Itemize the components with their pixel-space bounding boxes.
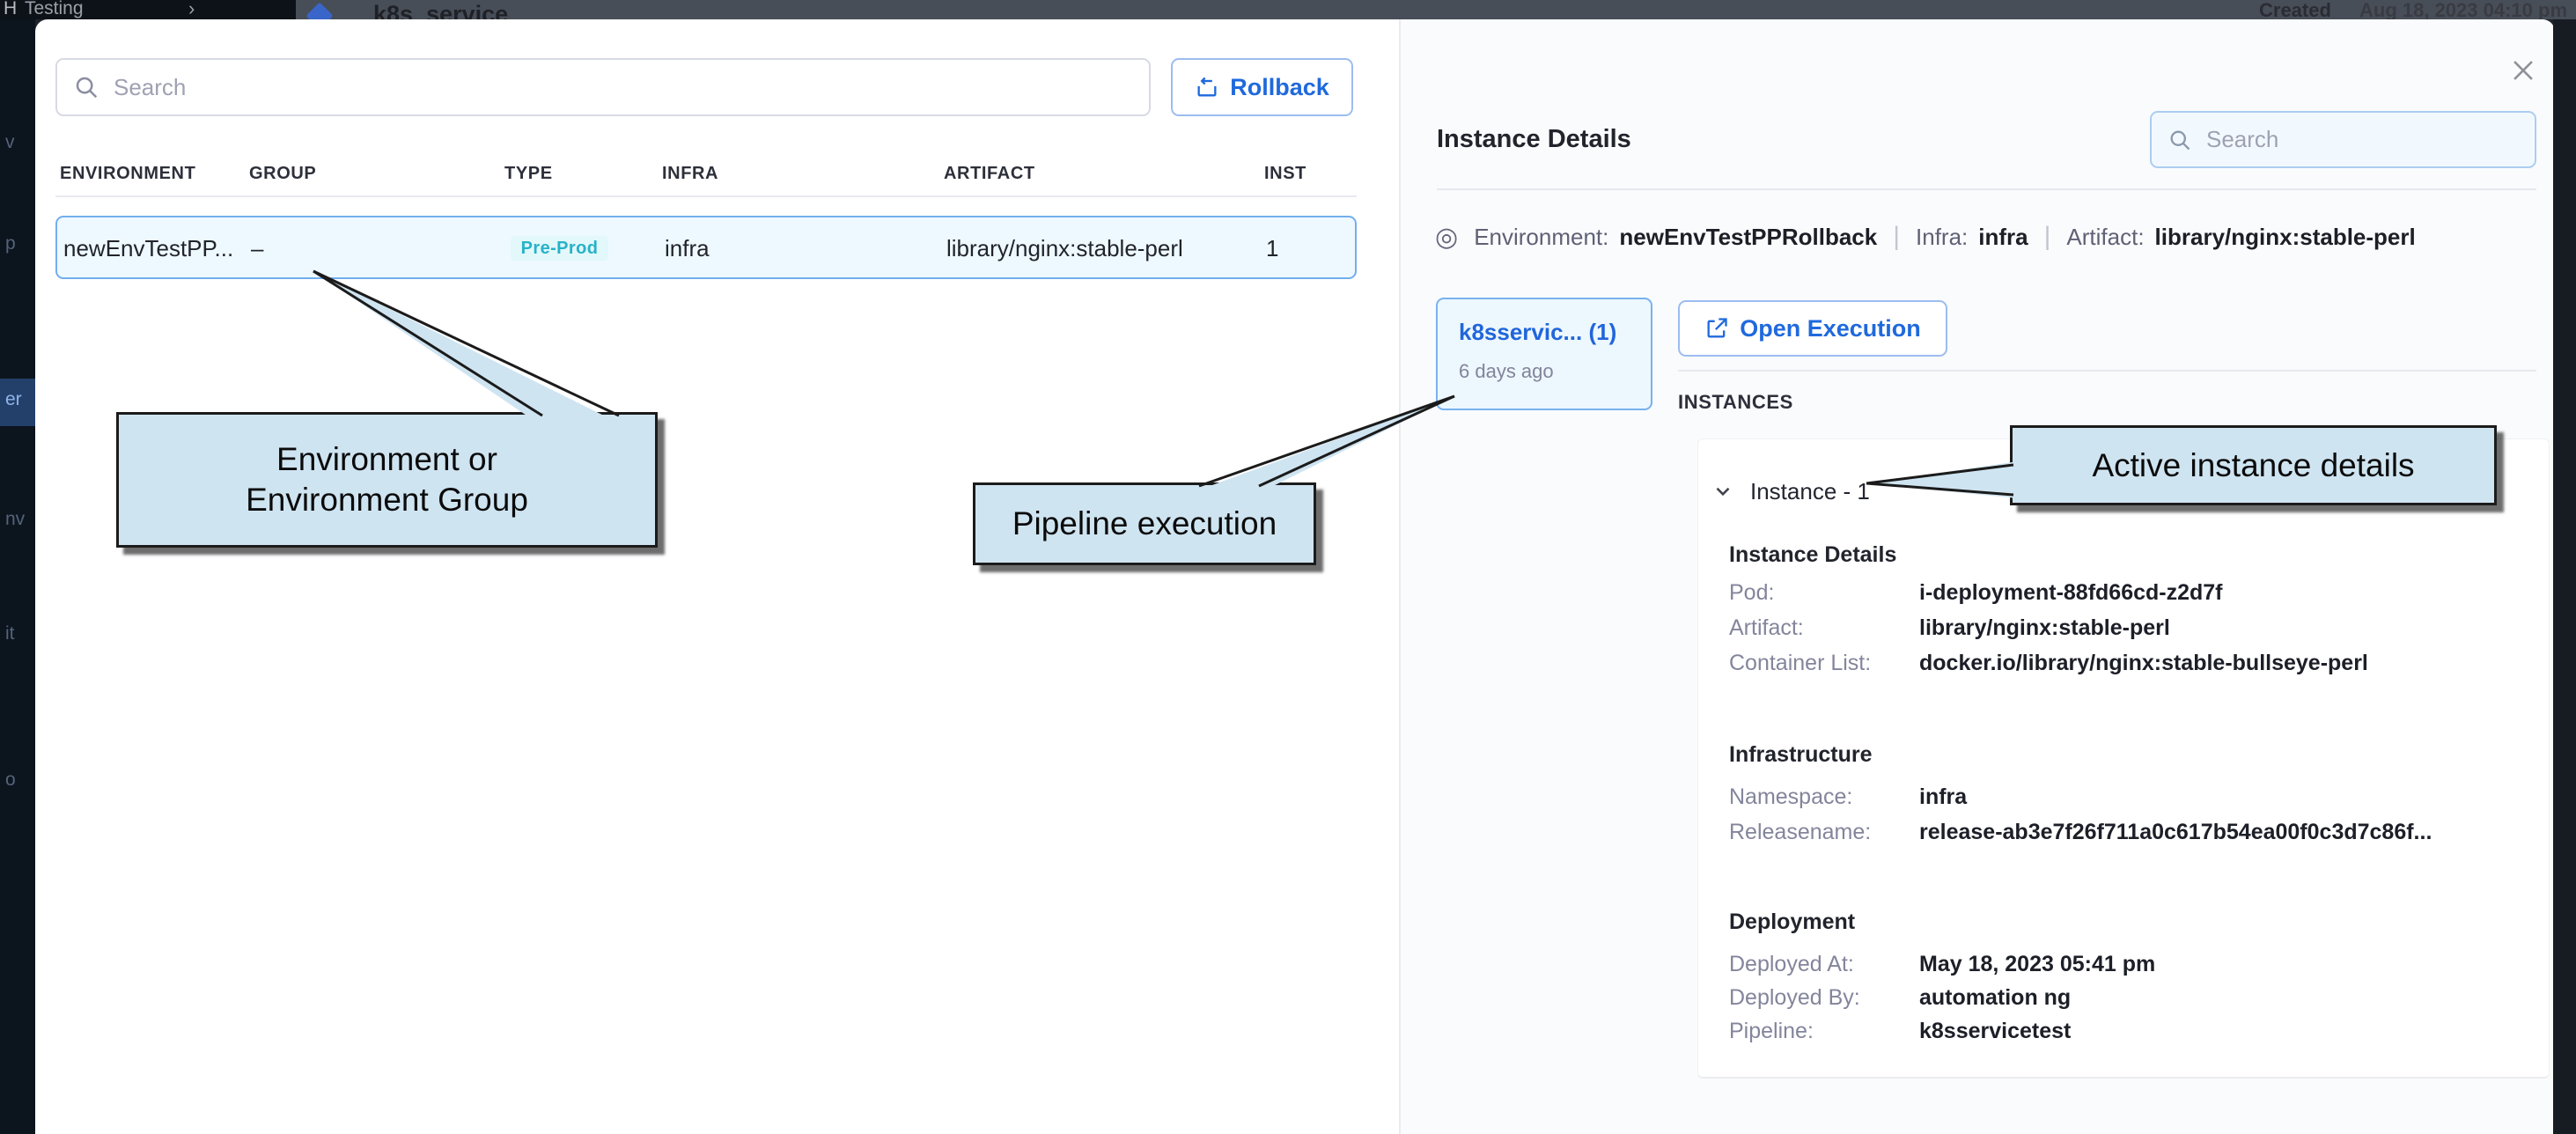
created-value: Aug 18, 2023 04:10 pm: [2359, 0, 2567, 19]
rollback-button[interactable]: Rollback: [1171, 58, 1353, 116]
breadcrumb-chevron-icon: ›: [188, 0, 195, 19]
separator: |: [1888, 222, 1905, 252]
col-header-environment: ENVIRONMENT: [60, 164, 195, 184]
environment-search-input-wrap: [55, 58, 1151, 116]
execution-time: 6 days ago: [1459, 360, 1651, 383]
row-group: –: [251, 235, 263, 262]
execution-name: k8sservic... (1): [1459, 319, 1651, 346]
row-value: i-deployment-88fd66cd-z2d7f: [1919, 580, 2223, 606]
row-label: Container List:: [1729, 651, 1871, 676]
callout-pipeline-execution: Pipeline execution: [973, 482, 1316, 565]
sidebar-fragment: v: [5, 132, 15, 153]
row-label: Pipeline:: [1729, 1019, 1814, 1044]
close-button[interactable]: [2506, 53, 2541, 88]
pipeline-execution-card[interactable]: k8sservic... (1) 6 days ago: [1436, 298, 1652, 410]
row-label: Releasename:: [1729, 820, 1871, 845]
col-header-artifact: ARTIFACT: [944, 164, 1035, 184]
sidebar-fragment: it: [5, 623, 15, 644]
instance-search-input[interactable]: [2204, 125, 2519, 154]
row-label: Deployed By:: [1729, 985, 1860, 1011]
instances-section-label: INSTANCES: [1678, 391, 1793, 414]
table-header-divider: [55, 195, 1357, 197]
app-breadcrumb-area: H Testing ›: [0, 0, 296, 19]
section-heading: Deployment: [1729, 909, 1855, 935]
callout-active-text: Active instance details: [2092, 446, 2414, 486]
col-header-inst: INST: [1264, 164, 1306, 184]
env-label: Environment:: [1474, 224, 1608, 251]
instance-expander-row[interactable]: Instance - 1: [1711, 475, 1870, 507]
sidebar-fragment: er: [5, 389, 22, 410]
infra-value: infra: [1978, 224, 2028, 251]
infra-label: Infra:: [1916, 224, 1968, 251]
row-artifact: library/nginx:stable-perl: [946, 235, 1183, 262]
panel-title-divider: [1437, 188, 2536, 190]
search-icon: [73, 74, 99, 100]
artifact-label: Artifact:: [2066, 224, 2144, 251]
row-value: automation ng: [1919, 985, 2071, 1011]
breadcrumb: Testing: [25, 0, 84, 19]
sidebar-fragment: nv: [5, 509, 25, 530]
panel-title: Instance Details: [1437, 125, 1631, 154]
row-inst: 1: [1266, 235, 1278, 262]
row-value: docker.io/library/nginx:stable-bullseye-…: [1919, 651, 2368, 676]
app-top-bar: H Testing › k8s_service Created Aug 18, …: [0, 0, 2576, 19]
callout-environment: Environment or Environment Group: [116, 412, 658, 548]
rollback-label: Rollback: [1230, 74, 1329, 101]
app-sidebar-strip: v p er nv it o: [0, 19, 35, 1134]
row-value: k8sservicetest: [1919, 1019, 2071, 1044]
open-execution-button[interactable]: Open Execution: [1678, 300, 1947, 357]
open-execution-label: Open Execution: [1740, 315, 1921, 342]
col-header-infra: INFRA: [662, 164, 718, 184]
sidebar-fragment: o: [5, 770, 16, 791]
service-icon: [305, 2, 333, 19]
col-header-group: GROUP: [249, 164, 316, 184]
instance-title: Instance - 1: [1750, 478, 1870, 505]
chevron-down-icon: [1711, 480, 1734, 503]
row-label: Artifact:: [1729, 615, 1804, 641]
col-header-type: TYPE: [504, 164, 553, 184]
env-value: newEnvTestPPRollback: [1619, 224, 1877, 251]
search-icon: [2168, 128, 2192, 152]
section-heading: Instance Details: [1729, 542, 1896, 568]
external-link-icon: [1704, 316, 1729, 341]
row-value: infra: [1919, 784, 1967, 810]
row-label: Deployed At:: [1729, 952, 1854, 977]
environment-search-input[interactable]: [112, 73, 1133, 102]
page-right-edge: [2553, 19, 2576, 1134]
callout-env-line2: Environment Group: [246, 480, 528, 520]
row-environment: newEnvTestPP...: [63, 235, 233, 262]
row-value: library/nginx:stable-perl: [1919, 615, 2170, 641]
row-label: Namespace:: [1729, 784, 1852, 810]
created-label: Created: [2259, 0, 2331, 19]
service-title: k8s_service: [373, 1, 508, 19]
environment-icon: ◎: [1435, 222, 1458, 253]
executions-divider: [1678, 370, 2536, 372]
callout-pipeline-text: Pipeline execution: [1012, 504, 1277, 544]
row-label: Pod:: [1729, 580, 1774, 606]
close-icon: [2508, 55, 2538, 85]
callout-active-instance: Active instance details: [2010, 425, 2497, 505]
deployment-summary-line: ◎ Environment: newEnvTestPPRollback | In…: [1435, 220, 2416, 254]
sidebar-fragment: p: [5, 233, 16, 254]
pre-prod-badge: Pre-Prod: [511, 236, 608, 261]
rollback-icon: [1195, 75, 1219, 99]
instance-search-input-wrap: [2150, 111, 2536, 168]
callout-env-line1: Environment or: [276, 439, 497, 480]
separator: |: [2039, 222, 2057, 252]
section-heading: Infrastructure: [1729, 742, 1873, 768]
row-value: release-ab3e7f26f711a0c617b54ea00f0c3d7c…: [1919, 820, 2432, 845]
artifact-value: library/nginx:stable-perl: [2155, 224, 2416, 251]
row-value: May 18, 2023 05:41 pm: [1919, 952, 2155, 977]
row-infra: infra: [665, 235, 710, 262]
breadcrumb-prefix: H: [4, 0, 17, 19]
